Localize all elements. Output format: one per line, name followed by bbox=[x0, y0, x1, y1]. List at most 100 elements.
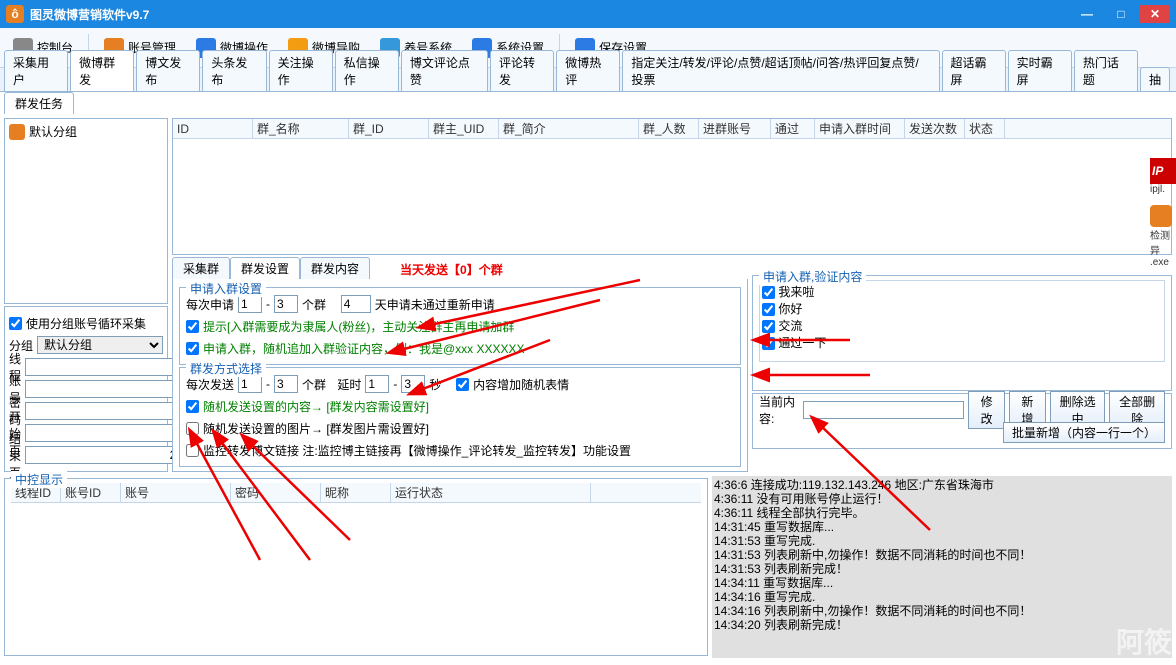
use-group-cycle-label: 使用分组账号循环采集 bbox=[26, 315, 146, 332]
current-content-input[interactable] bbox=[803, 401, 964, 419]
apply-legend: 申请入群设置 bbox=[186, 280, 266, 297]
apply-days-text: 天申请未通过重新申请 bbox=[375, 296, 495, 313]
current-content-label: 当前内容: bbox=[759, 393, 799, 427]
verify-list[interactable]: 我来啦 你好 交流 通过一下 bbox=[759, 280, 1165, 362]
col-header[interactable]: 账号 bbox=[121, 483, 231, 502]
apply-n1[interactable] bbox=[238, 295, 262, 313]
batch-add-button[interactable]: 批量新增（内容一行一个） bbox=[1003, 422, 1165, 443]
rand-image-check[interactable] bbox=[186, 422, 199, 435]
midtab-settings[interactable]: 群发设置 bbox=[230, 257, 300, 279]
log-line: 14:34:16 列表刷新中,勿操作！数据不同消耗的时间也不同！ bbox=[714, 604, 1170, 618]
verify-item[interactable]: 我来啦 bbox=[762, 283, 1162, 300]
maximize-button[interactable]: □ bbox=[1106, 5, 1136, 23]
emoji-check[interactable] bbox=[456, 378, 469, 391]
tab-2[interactable]: 博文发布 bbox=[136, 50, 200, 91]
close-button[interactable]: ✕ bbox=[1140, 5, 1170, 23]
log-line: 14:31:45 重写数据库... bbox=[714, 520, 1170, 534]
tab-5[interactable]: 私信操作 bbox=[335, 50, 399, 91]
tab-9[interactable]: 指定关注/转发/评论/点赞/超话顶帖/问答/热评回复点赞/投票 bbox=[622, 50, 939, 91]
col-header[interactable]: 群_ID bbox=[349, 119, 429, 138]
current-content-fieldset: 当前内容: 修改 新增 删除选中 全部删除 批量新增（内容一行一个） bbox=[752, 393, 1172, 449]
control-display: 中控显示 线程ID账号ID账号密码昵称运行状态 bbox=[4, 478, 708, 656]
delay-d2[interactable] bbox=[401, 375, 425, 393]
rand-image-label: 随机发送设置的图片→ [群发图片需设置好] bbox=[203, 420, 429, 437]
delay-d1[interactable] bbox=[365, 375, 389, 393]
watermark: 阿筱 bbox=[1116, 621, 1172, 661]
pwd-input[interactable] bbox=[25, 402, 186, 420]
tab-0[interactable]: 采集用户 bbox=[4, 50, 68, 91]
col-header[interactable]: 昵称 bbox=[321, 483, 391, 502]
tab-11[interactable]: 实时霸屏 bbox=[1008, 50, 1072, 91]
log-output[interactable]: 4:36:6 连接成功:119.132.143.246 地区:广东省珠海市4:3… bbox=[712, 476, 1172, 658]
verify-legend: 申请入群,验证内容 bbox=[759, 268, 866, 285]
tab-1[interactable]: 微博群发 bbox=[70, 50, 134, 91]
modify-button[interactable]: 修改 bbox=[968, 391, 1005, 429]
send-n1[interactable] bbox=[238, 375, 262, 393]
tab-3[interactable]: 头条发布 bbox=[202, 50, 266, 91]
log-line: 4:36:11 没有可用账号停止运行！ bbox=[714, 492, 1170, 506]
subtab-group-task[interactable]: 群发任务 bbox=[4, 92, 74, 114]
app-title: 图灵微博营销软件v9.7 bbox=[30, 6, 149, 23]
apply-fieldset: 申请入群设置 每次申请 - 个群 天申请未通过重新申请 提示[入群需要成为隶属人… bbox=[179, 287, 741, 365]
main-tabbar: 采集用户微博群发博文发布头条发布关注操作私信操作博文评论点赞评论转发微博热评指定… bbox=[0, 68, 1176, 92]
verify-item-check[interactable] bbox=[762, 320, 775, 333]
side-panel: IP ipjl. 检测异 .exe bbox=[1150, 28, 1176, 268]
verify-item-check[interactable] bbox=[762, 337, 775, 350]
col-header[interactable]: 密码 bbox=[231, 483, 321, 502]
send-unit: 个群 bbox=[302, 376, 326, 393]
end-input[interactable] bbox=[25, 446, 186, 464]
midtab-collect[interactable]: 采集群 bbox=[172, 257, 230, 279]
log-line: 14:31:53 列表刷新中,勿操作！数据不同消耗的时间也不同！ bbox=[714, 548, 1170, 562]
rand-content-check[interactable] bbox=[186, 400, 199, 413]
titlebar: ô 图灵微博营销软件v9.7 — □ ✕ bbox=[0, 0, 1176, 28]
col-header[interactable]: 进群账号 bbox=[699, 119, 771, 138]
send-n2[interactable] bbox=[274, 375, 298, 393]
verify-item-check[interactable] bbox=[762, 303, 775, 316]
verify-item[interactable]: 你好 bbox=[762, 300, 1162, 317]
verify-item[interactable]: 通过一下 bbox=[762, 334, 1162, 351]
rand-content-label: 随机发送设置的内容→ [群发内容需设置好] bbox=[203, 398, 429, 415]
control-grid-body[interactable] bbox=[11, 503, 701, 643]
use-group-cycle-check[interactable] bbox=[9, 317, 22, 330]
account-input[interactable] bbox=[25, 380, 186, 398]
tab-4[interactable]: 关注操作 bbox=[269, 50, 333, 91]
tab-7[interactable]: 评论转发 bbox=[490, 50, 554, 91]
verify-item-check[interactable] bbox=[762, 286, 775, 299]
emoji-label: 内容增加随机表情 bbox=[473, 376, 569, 393]
group-select[interactable]: 默认分组 bbox=[37, 336, 163, 354]
apply-verify-check[interactable] bbox=[186, 342, 199, 355]
start-input[interactable] bbox=[25, 424, 186, 442]
tab-8[interactable]: 微博热评 bbox=[556, 50, 620, 91]
tab-10[interactable]: 超话霸屏 bbox=[942, 50, 1006, 91]
midtab-content[interactable]: 群发内容 bbox=[300, 257, 370, 279]
grid-header: ID群_名称群_ID群主_UID群_简介群_人数进群账号通过申请入群时间发送次数… bbox=[173, 119, 1171, 139]
verify-item[interactable]: 交流 bbox=[762, 317, 1162, 334]
col-header[interactable]: 账号ID bbox=[61, 483, 121, 502]
col-header[interactable]: 运行状态 bbox=[391, 483, 591, 502]
thread-input[interactable] bbox=[25, 358, 186, 376]
apply-n2[interactable] bbox=[274, 295, 298, 313]
log-line: 4:36:6 连接成功:119.132.143.246 地区:广东省珠海市 bbox=[714, 478, 1170, 492]
apply-tip-check[interactable] bbox=[186, 320, 199, 333]
sub-tabbar: 群发任务 bbox=[0, 92, 1176, 114]
sendmode-legend: 群发方式选择 bbox=[186, 360, 266, 377]
minimize-button[interactable]: — bbox=[1072, 5, 1102, 23]
col-header[interactable]: 群_人数 bbox=[639, 119, 699, 138]
col-header[interactable]: 通过 bbox=[771, 119, 815, 138]
col-header[interactable]: ID bbox=[173, 119, 253, 138]
tab-12[interactable]: 热门话题 bbox=[1074, 50, 1138, 91]
col-header[interactable]: 状态 bbox=[965, 119, 1005, 138]
tree-root[interactable]: 默认分组 bbox=[9, 123, 163, 140]
col-header[interactable]: 群_简介 bbox=[499, 119, 639, 138]
apply-unit: 个群 bbox=[302, 296, 326, 313]
col-header[interactable]: 发送次数 bbox=[905, 119, 965, 138]
col-header[interactable]: 申请入群时间 bbox=[815, 119, 905, 138]
col-header[interactable]: 群_名称 bbox=[253, 119, 349, 138]
control-grid-header: 线程ID账号ID账号密码昵称运行状态 bbox=[11, 483, 701, 503]
tree-root-label: 默认分组 bbox=[29, 123, 77, 140]
log-line: 14:31:53 重写完成. bbox=[714, 534, 1170, 548]
monitor-check[interactable] bbox=[186, 444, 199, 457]
apply-days[interactable] bbox=[341, 295, 371, 313]
col-header[interactable]: 群主_UID bbox=[429, 119, 499, 138]
tab-6[interactable]: 博文评论点赞 bbox=[401, 50, 488, 91]
